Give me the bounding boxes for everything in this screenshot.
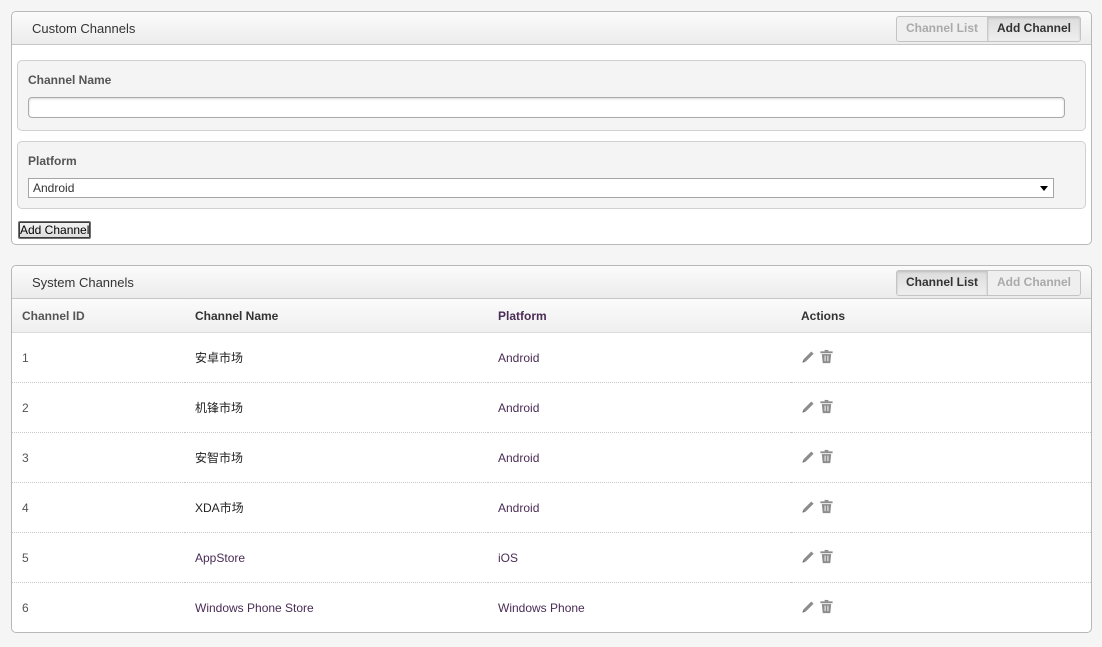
channel-name: 安智市场	[185, 432, 488, 483]
table-row: 4 XDA市场 Android	[12, 482, 1091, 533]
row-actions	[791, 482, 1091, 533]
platform-group: Platform Android	[17, 141, 1086, 209]
trash-icon[interactable]	[819, 599, 834, 614]
table-row: 6 Windows Phone Store Windows Phone	[12, 583, 1091, 633]
channel-name: 安卓市场	[185, 332, 488, 383]
channel-platform: Windows Phone	[498, 600, 585, 615]
channel-name-input[interactable]	[28, 97, 1065, 118]
column-header-channel-name: Channel Name	[185, 299, 488, 333]
system-channels-header: System Channels Channel List Add Channel	[12, 266, 1091, 299]
trash-icon[interactable]	[819, 549, 834, 564]
channels-table: Channel ID Channel Name Platform Actions…	[12, 299, 1091, 632]
channel-id: 5	[12, 532, 185, 583]
channel-name-group: Channel Name	[17, 60, 1086, 131]
trash-icon[interactable]	[819, 449, 834, 464]
platform-select[interactable]: Android	[28, 178, 1054, 198]
channel-platform: Android	[488, 382, 791, 433]
table-row: 1 安卓市场 Android	[12, 332, 1091, 383]
table-row: 5 AppStore iOS	[12, 532, 1091, 583]
channel-id: 6	[22, 600, 29, 615]
trash-icon[interactable]	[819, 399, 834, 414]
row-actions	[791, 332, 1091, 383]
channel-name: Windows Phone Store	[195, 600, 314, 615]
channel-platform: iOS	[488, 532, 791, 583]
custom-channels-panel: Custom Channels Channel List Add Channel…	[11, 11, 1092, 245]
row-actions	[791, 382, 1091, 433]
edit-icon[interactable]	[801, 349, 816, 364]
edit-icon[interactable]	[801, 399, 816, 414]
column-header-channel-id: Channel ID	[12, 299, 185, 333]
system-channels-panel: System Channels Channel List Add Channel…	[11, 265, 1092, 633]
tab-channel-list[interactable]: Channel List	[896, 271, 987, 295]
table-header-row: Channel ID Channel Name Platform Actions	[12, 299, 1091, 333]
column-header-actions: Actions	[791, 299, 1091, 333]
platform-select-value: Android	[33, 181, 75, 195]
edit-icon[interactable]	[801, 549, 816, 564]
channel-id: 3	[12, 432, 185, 483]
trash-icon[interactable]	[819, 499, 834, 514]
channel-id: 4	[12, 482, 185, 533]
custom-channels-header: Custom Channels Channel List Add Channel	[12, 12, 1091, 45]
add-channel-button[interactable]: Add Channel	[18, 221, 92, 239]
channel-name: AppStore	[185, 532, 488, 583]
row-actions	[791, 532, 1091, 583]
table-row: 2 机锋市场 Android	[12, 382, 1091, 433]
panel-title: Custom Channels	[32, 21, 136, 36]
column-header-platform: Platform	[488, 299, 791, 333]
channel-id: 1	[12, 332, 185, 383]
platform-label: Platform	[28, 154, 77, 168]
row-actions	[791, 432, 1091, 483]
row-actions	[791, 583, 1091, 633]
edit-icon[interactable]	[801, 599, 816, 614]
channel-platform: Android	[488, 332, 791, 383]
table-row: 3 安智市场 Android	[12, 432, 1091, 483]
trash-icon[interactable]	[819, 349, 834, 364]
tab-channel-list[interactable]: Channel List	[897, 17, 987, 41]
channel-platform: Android	[488, 432, 791, 483]
custom-channels-tabs: Channel List Add Channel	[895, 16, 1081, 42]
channel-name: XDA市场	[185, 482, 488, 533]
channel-platform: Android	[488, 482, 791, 533]
tab-add-channel[interactable]: Add Channel	[987, 17, 1080, 41]
system-channels-tabs: Channel List Add Channel	[895, 270, 1081, 296]
edit-icon[interactable]	[801, 449, 816, 464]
chevron-down-icon	[1040, 186, 1048, 191]
channel-name-label: Channel Name	[28, 73, 112, 87]
channel-id: 2	[12, 382, 185, 433]
edit-icon[interactable]	[801, 499, 816, 514]
panel-title: System Channels	[32, 275, 134, 290]
channel-name: 机锋市场	[185, 382, 488, 433]
tab-add-channel[interactable]: Add Channel	[987, 271, 1080, 295]
